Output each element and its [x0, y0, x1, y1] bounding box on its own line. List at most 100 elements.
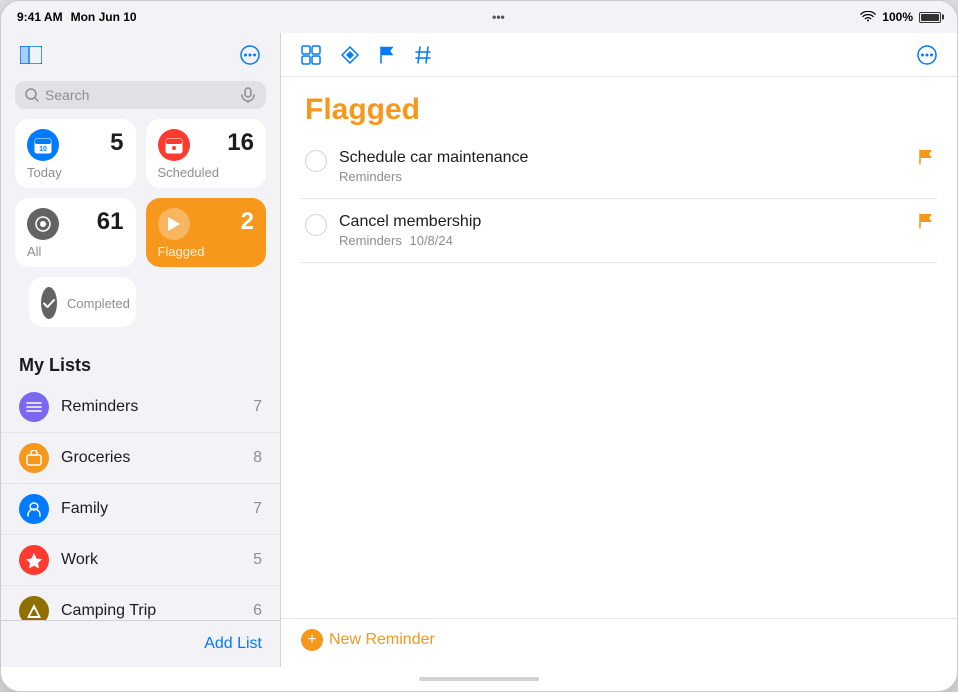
smart-card-scheduled[interactable]: 16 Scheduled: [146, 119, 267, 188]
scheduled-label: Scheduled: [158, 165, 255, 180]
location-button[interactable]: [341, 46, 359, 64]
battery-icon: [919, 12, 941, 23]
add-list-button[interactable]: Add List: [15, 631, 266, 657]
reminder-flag-1: [919, 149, 933, 170]
scheduled-calendar-icon: [165, 136, 183, 154]
page-title: Flagged: [281, 77, 957, 135]
flag-filled-icon-1: [919, 149, 933, 165]
sidebar-toggle-button[interactable]: [15, 39, 47, 71]
status-bar: 9:41 AM Mon Jun 10 ••• 100%: [1, 1, 957, 33]
list-item-work[interactable]: Work 5: [1, 535, 280, 586]
all-label: All: [27, 244, 124, 259]
list-item-camping[interactable]: Camping Trip 6: [1, 586, 280, 620]
list-name-work: Work: [61, 551, 241, 569]
all-count: 61: [97, 208, 124, 236]
reminder-subtitle-1: Reminders: [339, 169, 907, 184]
list-name-camping: Camping Trip: [61, 602, 241, 620]
groceries-list-icon: [26, 450, 42, 466]
toolbar-icons: [301, 45, 431, 65]
new-reminder-label: New Reminder: [329, 631, 435, 649]
hashtag-button[interactable]: [415, 46, 431, 64]
today-icon: 10: [27, 129, 59, 161]
wifi-icon: [860, 11, 876, 23]
camping-list-icon: [26, 603, 42, 619]
flag-icon: [379, 46, 395, 64]
status-dots: •••: [492, 10, 505, 24]
smart-lists-grid: 10 5 Today 16 Sc: [1, 119, 280, 277]
main-toolbar: [281, 33, 957, 77]
reminder-details-1: Schedule car maintenance Reminders: [339, 149, 907, 184]
flagged-label: Flagged: [158, 244, 255, 259]
main-more-icon: [917, 45, 937, 65]
work-icon: [19, 545, 49, 575]
list-item-reminders[interactable]: Reminders 7: [1, 382, 280, 433]
flagged-count: 2: [241, 208, 254, 236]
list-count-work: 5: [253, 551, 262, 569]
sidebar-more-button[interactable]: [234, 39, 266, 71]
grid-icon: [301, 45, 321, 65]
hashtag-icon: [415, 46, 431, 64]
main-more-button[interactable]: [917, 45, 937, 65]
list-count-reminders: 7: [253, 398, 262, 416]
calendar-icon: 10: [34, 136, 52, 154]
family-icon: [19, 494, 49, 524]
flag-filled-icon-2: [919, 213, 933, 229]
all-icon-svg: [34, 215, 52, 233]
sidebar-toggle-icon: [20, 46, 42, 64]
reminder-item-1: Schedule car maintenance Reminders: [301, 135, 937, 199]
home-indicator: [1, 667, 957, 691]
reminder-checkbox-1[interactable]: [305, 150, 327, 172]
home-bar: [419, 677, 539, 681]
scheduled-count: 16: [227, 129, 254, 157]
scheduled-icon: [158, 129, 190, 161]
completed-section: Completed: [1, 277, 280, 341]
reminder-details-2: Cancel membership Reminders 10/8/24: [339, 213, 907, 248]
list-item-groceries[interactable]: Groceries 8: [1, 433, 280, 484]
my-lists-section: My Lists Reminders 7: [1, 341, 280, 620]
flagged-icon-svg: [165, 215, 183, 233]
reminder-checkbox-2[interactable]: [305, 214, 327, 236]
list-name-groceries: Groceries: [61, 449, 241, 467]
smart-card-today[interactable]: 10 5 Today: [15, 119, 136, 188]
reminder-item-2: Cancel membership Reminders 10/8/24: [301, 199, 937, 263]
flagged-icon: [158, 208, 190, 240]
completed-label: Completed: [67, 296, 130, 311]
list-item-family[interactable]: Family 7: [1, 484, 280, 535]
app-body: 10 5 Today 16 Sc: [1, 33, 957, 667]
search-input[interactable]: [45, 87, 234, 103]
status-bar-left: 9:41 AM Mon Jun 10: [17, 10, 137, 24]
family-list-icon: [26, 501, 42, 517]
list-count-family: 7: [253, 500, 262, 518]
grid-view-button[interactable]: [301, 45, 321, 65]
today-count: 5: [110, 129, 123, 157]
location-icon: [341, 46, 359, 64]
new-reminder-button[interactable]: + New Reminder: [301, 629, 435, 651]
new-reminder-plus-icon: +: [301, 629, 323, 651]
status-date: Mon Jun 10: [71, 10, 137, 24]
status-bar-right: 100%: [860, 10, 941, 24]
flag-button[interactable]: [379, 46, 395, 64]
list-count-camping: 6: [253, 602, 262, 620]
search-bar[interactable]: [15, 81, 266, 109]
sidebar: 10 5 Today 16 Sc: [1, 33, 281, 667]
completed-icon: [41, 287, 57, 319]
reminder-subtitle-2: Reminders 10/8/24: [339, 233, 907, 248]
completed-card[interactable]: Completed: [29, 277, 136, 327]
ipad-frame: 9:41 AM Mon Jun 10 ••• 100%: [0, 0, 958, 692]
all-icon: [27, 208, 59, 240]
status-time: 9:41 AM: [17, 10, 63, 24]
smart-card-all[interactable]: 61 All: [15, 198, 136, 267]
smart-card-flagged[interactable]: 2 Flagged: [146, 198, 267, 267]
checkmark-icon: [41, 295, 57, 311]
groceries-icon: [19, 443, 49, 473]
mic-icon: [240, 87, 256, 103]
svg-text:10: 10: [39, 146, 47, 153]
list-count-groceries: 8: [253, 449, 262, 467]
reminders-icon: [19, 392, 49, 422]
today-label: Today: [27, 165, 124, 180]
work-list-icon: [26, 552, 42, 568]
reminder-flag-2: [919, 213, 933, 234]
camping-icon: [19, 596, 49, 620]
battery-percent: 100%: [882, 10, 913, 24]
status-bar-center: •••: [492, 10, 505, 24]
